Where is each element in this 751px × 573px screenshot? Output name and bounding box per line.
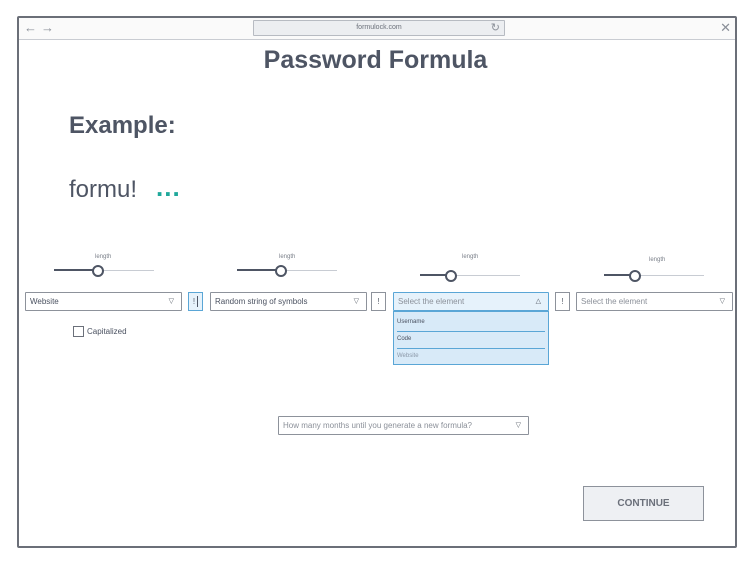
forward-arrow-icon[interactable]: → — [41, 20, 54, 35]
length-slider-1[interactable] — [54, 265, 154, 277]
length-label-2: length — [279, 254, 296, 260]
dropdown-option-code[interactable]: Code — [397, 332, 545, 349]
element-select-placeholder: Select the element — [398, 297, 465, 306]
length-label-3: length — [462, 254, 479, 260]
chevron-down-icon: ▽ — [719, 298, 725, 305]
address-bar[interactable]: formulock.com ↻ — [253, 20, 505, 36]
chevron-up-icon: △ — [535, 298, 541, 305]
element-select-3[interactable]: Select the element △ — [393, 292, 549, 311]
length-label-4: length — [649, 257, 666, 263]
chevron-down-icon: ▽ — [353, 298, 359, 305]
capitalized-label: Capitalized — [87, 327, 127, 336]
separator-value: ! — [192, 297, 196, 306]
separator-value: ! — [377, 297, 380, 306]
length-slider-4[interactable] — [604, 270, 704, 282]
months-select[interactable]: How many months until you generate a new… — [278, 416, 529, 435]
element-select-value: Random string of symbols — [215, 297, 308, 306]
separator-field-1[interactable]: ! — [188, 292, 203, 311]
separator-field-2[interactable]: ! — [371, 292, 386, 311]
browser-toolbar: ← → formulock.com ↻ ✕ — [19, 18, 735, 40]
text-cursor — [197, 296, 199, 308]
dropdown-option-username[interactable]: Username — [397, 315, 545, 332]
element-select-1[interactable]: Website ▽ — [25, 292, 182, 311]
element-dropdown-menu: Username Code Website — [393, 311, 549, 365]
page-title: Password Formula — [263, 46, 488, 74]
capitalized-checkbox[interactable] — [73, 326, 84, 337]
element-select-2[interactable]: Random string of symbols ▽ — [210, 292, 367, 311]
close-icon[interactable]: ✕ — [720, 20, 731, 36]
example-label: Example: — [69, 112, 176, 139]
example-value: formu! — [69, 176, 138, 203]
back-arrow-icon[interactable]: ← — [24, 20, 37, 35]
element-select-value: Website — [30, 297, 59, 306]
length-slider-2[interactable] — [237, 265, 337, 277]
separator-value: ! — [561, 297, 564, 306]
separator-field-3[interactable]: ! — [555, 292, 570, 311]
slider-thumb[interactable] — [275, 265, 287, 277]
url-text: formulock.com — [356, 24, 402, 31]
length-label-1: length — [95, 254, 112, 260]
chevron-down-icon: ▽ — [515, 422, 521, 429]
slider-thumb[interactable] — [445, 270, 457, 282]
length-slider-3[interactable] — [420, 270, 520, 282]
reload-icon[interactable]: ↻ — [491, 21, 500, 35]
chevron-down-icon: ▽ — [168, 298, 174, 305]
element-select-placeholder: Select the element — [581, 297, 648, 306]
browser-window: ← → formulock.com ↻ ✕ — [17, 16, 737, 548]
slider-thumb[interactable] — [629, 270, 641, 282]
months-select-placeholder: How many months until you generate a new… — [283, 421, 472, 430]
element-select-4[interactable]: Select the element ▽ — [576, 292, 733, 311]
dropdown-option-website[interactable]: Website — [397, 349, 545, 365]
example-dots: ... — [156, 172, 181, 202]
continue-button[interactable]: CONTINUE — [583, 486, 704, 521]
slider-thumb[interactable] — [92, 265, 104, 277]
